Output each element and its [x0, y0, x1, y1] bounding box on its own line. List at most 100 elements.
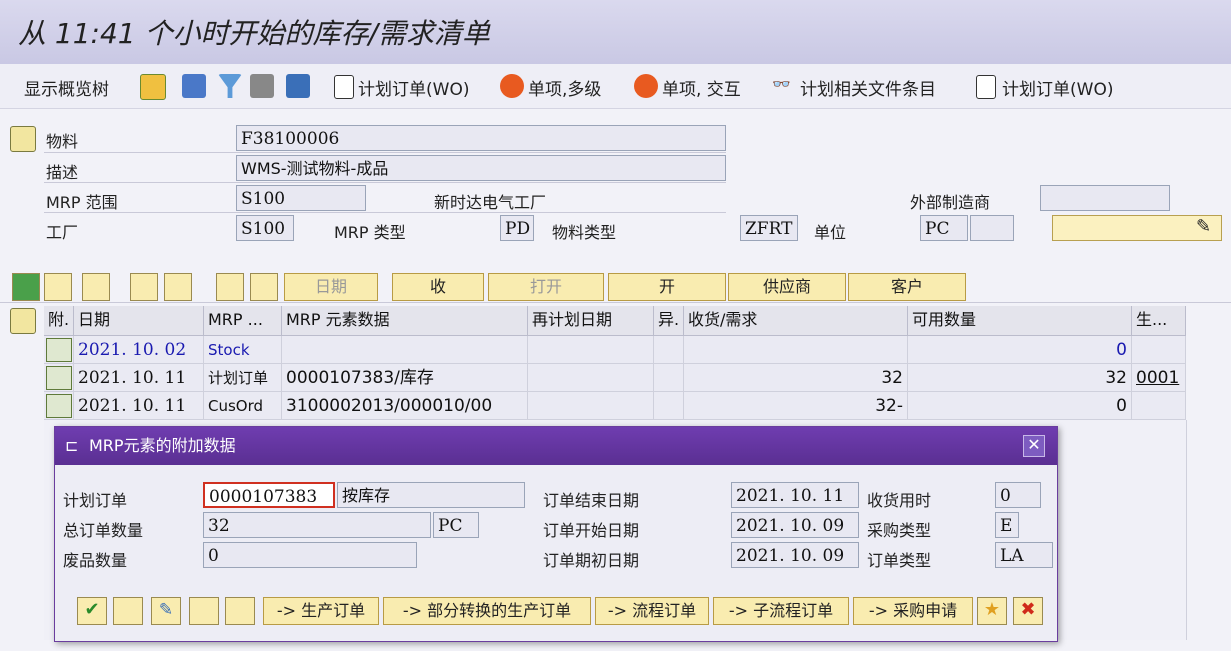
mrp-type-field[interactable]: PD — [500, 215, 534, 241]
collapse-hierarchy-icon[interactable] — [164, 273, 192, 301]
dialog-title: MRP元素的附加数据 — [89, 436, 236, 455]
column-header[interactable]: 附. — [44, 306, 74, 336]
column-header[interactable]: 日期 — [74, 306, 204, 336]
production-link[interactable]: 0001 — [1132, 364, 1186, 392]
mrp-area-field[interactable]: S100 — [236, 185, 366, 211]
to-production-order-button[interactable]: -> 生产订单 — [263, 597, 379, 625]
tab-date[interactable]: 日期 — [284, 273, 378, 301]
column-header[interactable]: 生... — [1132, 306, 1186, 336]
scrap-quantity-label: 废品数量 — [63, 551, 128, 570]
quantity-cell: 32 — [684, 364, 908, 392]
detail-magnifier-icon[interactable] — [46, 366, 72, 390]
column-header[interactable]: 可用数量 — [908, 306, 1132, 336]
mountain-icon[interactable] — [140, 74, 166, 100]
column-header[interactable]: MRP 元素数据 — [282, 306, 528, 336]
unit-field[interactable]: PC — [433, 512, 479, 538]
planned-order-field[interactable]: 0000107383 — [203, 482, 335, 508]
planned-order-label: 计划订单 — [63, 491, 128, 510]
sort-down-icon[interactable] — [216, 273, 244, 301]
expand-hierarchy-icon[interactable] — [130, 273, 158, 301]
gr-processing-time-label: 收货用时 — [867, 491, 932, 510]
cancel-icon[interactable]: ✖ — [1013, 597, 1043, 625]
star-icon[interactable]: ★ — [977, 597, 1007, 625]
to-process-order-button[interactable]: -> 流程订单 — [595, 597, 709, 625]
column-header[interactable]: 异. — [654, 306, 684, 336]
document-icon — [976, 75, 996, 99]
single-interactive-button[interactable]: 单项, 交互 — [662, 75, 741, 100]
external-manufacturer-label: 外部制造商 — [910, 193, 991, 212]
config-icon[interactable] — [250, 74, 274, 98]
dialog-window-icon: ⊏ — [65, 436, 79, 455]
detail-magnifier-icon[interactable] — [46, 394, 72, 418]
page-title: 从 11:41 个小时开始的库存/需求清单 — [18, 17, 490, 50]
quantity-cell: 32- — [684, 392, 908, 420]
header-toggle-icon[interactable] — [10, 126, 36, 152]
tab-vendor[interactable]: 供应商 — [728, 273, 846, 301]
planned-order-wo-button[interactable]: 计划订单(WO) — [358, 75, 469, 100]
available-qty-cell: 0 — [908, 336, 1132, 364]
refresh-icon[interactable] — [182, 74, 206, 98]
column-header[interactable]: MRP ... — [204, 306, 282, 336]
glasses-icon[interactable] — [113, 597, 143, 625]
to-purchase-requisition-button[interactable]: -> 采购申请 — [853, 597, 973, 625]
exception-cell — [654, 336, 684, 364]
gr-processing-time-field[interactable]: 0 — [995, 482, 1041, 508]
order-start-date-field[interactable]: 2021. 10. 09 — [731, 512, 859, 538]
document-items-button[interactable]: 计划相关文件条目 — [800, 75, 936, 100]
tab-receipt[interactable]: 收 — [392, 273, 484, 301]
quantity-cell — [684, 336, 908, 364]
check-icon[interactable]: ✔ — [77, 597, 107, 625]
single-multilevel-button[interactable]: 单项,多级 — [528, 75, 601, 100]
single-item-icon — [500, 74, 524, 98]
filter-icon[interactable] — [218, 74, 242, 98]
show-tree-button[interactable]: 显示概览树 — [24, 75, 109, 100]
collapse-hierarchy-icon[interactable] — [225, 597, 255, 625]
plant-field[interactable]: S100 — [236, 215, 294, 241]
sigma-icon[interactable] — [12, 273, 40, 301]
procurement-type-field[interactable]: E — [995, 512, 1019, 538]
description-field[interactable]: WMS-测试物料-成品 — [236, 155, 726, 181]
planned-order-desc-field[interactable]: 按库存 — [337, 482, 525, 508]
material-field[interactable]: F38100006 — [236, 125, 726, 151]
total-quantity-field[interactable]: 32 — [203, 512, 431, 538]
reschedule-cell — [528, 336, 654, 364]
mrp-data-cell: 0000107383/库存 — [282, 364, 528, 392]
expand-hierarchy-icon[interactable] — [189, 597, 219, 625]
detail-magnifier-icon[interactable] — [46, 338, 72, 362]
close-icon[interactable]: ✕ — [1023, 435, 1045, 457]
material-type-field[interactable]: ZFRT — [740, 215, 798, 241]
document-icon — [334, 75, 354, 99]
tab-open[interactable]: 打开 — [488, 273, 604, 301]
external-manufacturer-field[interactable] — [1040, 185, 1170, 211]
scrap-quantity-field[interactable]: 0 — [203, 542, 417, 568]
tab-customer[interactable]: 客户 — [848, 273, 966, 301]
pencil-icon[interactable] — [82, 273, 110, 301]
available-qty-cell: 0 — [908, 392, 1132, 420]
column-header[interactable]: 收货/需求 — [684, 306, 908, 336]
column-header[interactable]: 再计划日期 — [528, 306, 654, 336]
production-cell — [1132, 392, 1186, 420]
tab-open-2[interactable]: 开 — [608, 273, 726, 301]
sort-up-icon[interactable] — [250, 273, 278, 301]
dialog-title-bar: ⊏ MRP元素的附加数据 ✕ — [55, 427, 1057, 465]
divider — [0, 302, 1231, 303]
order-type-field[interactable]: LA — [995, 542, 1053, 568]
order-end-date-field[interactable]: 2021. 10. 11 — [731, 482, 859, 508]
to-subprocess-order-button[interactable]: -> 子流程订单 — [713, 597, 849, 625]
reschedule-cell — [528, 392, 654, 420]
order-type-label: 订单类型 — [867, 551, 932, 570]
column-settings-icon[interactable] — [10, 308, 36, 334]
unit-field[interactable]: PC — [920, 215, 968, 241]
planned-order-wo-button-2[interactable]: 计划订单(WO) — [1002, 75, 1113, 100]
glasses-icon: 👓 — [772, 75, 791, 93]
glasses-icon[interactable] — [44, 273, 72, 301]
order-opening-date-field[interactable]: 2021. 10. 09 — [731, 542, 859, 568]
pencil-icon[interactable]: ✎ — [151, 597, 181, 625]
hourglass-icon[interactable] — [286, 74, 310, 98]
exception-cell — [654, 364, 684, 392]
divider — [44, 212, 726, 213]
pencil-icon[interactable]: ✎ — [1196, 216, 1211, 237]
unit-extra-field[interactable] — [970, 215, 1014, 241]
to-partial-production-order-button[interactable]: -> 部分转换的生产订单 — [383, 597, 591, 625]
divider — [44, 152, 726, 153]
